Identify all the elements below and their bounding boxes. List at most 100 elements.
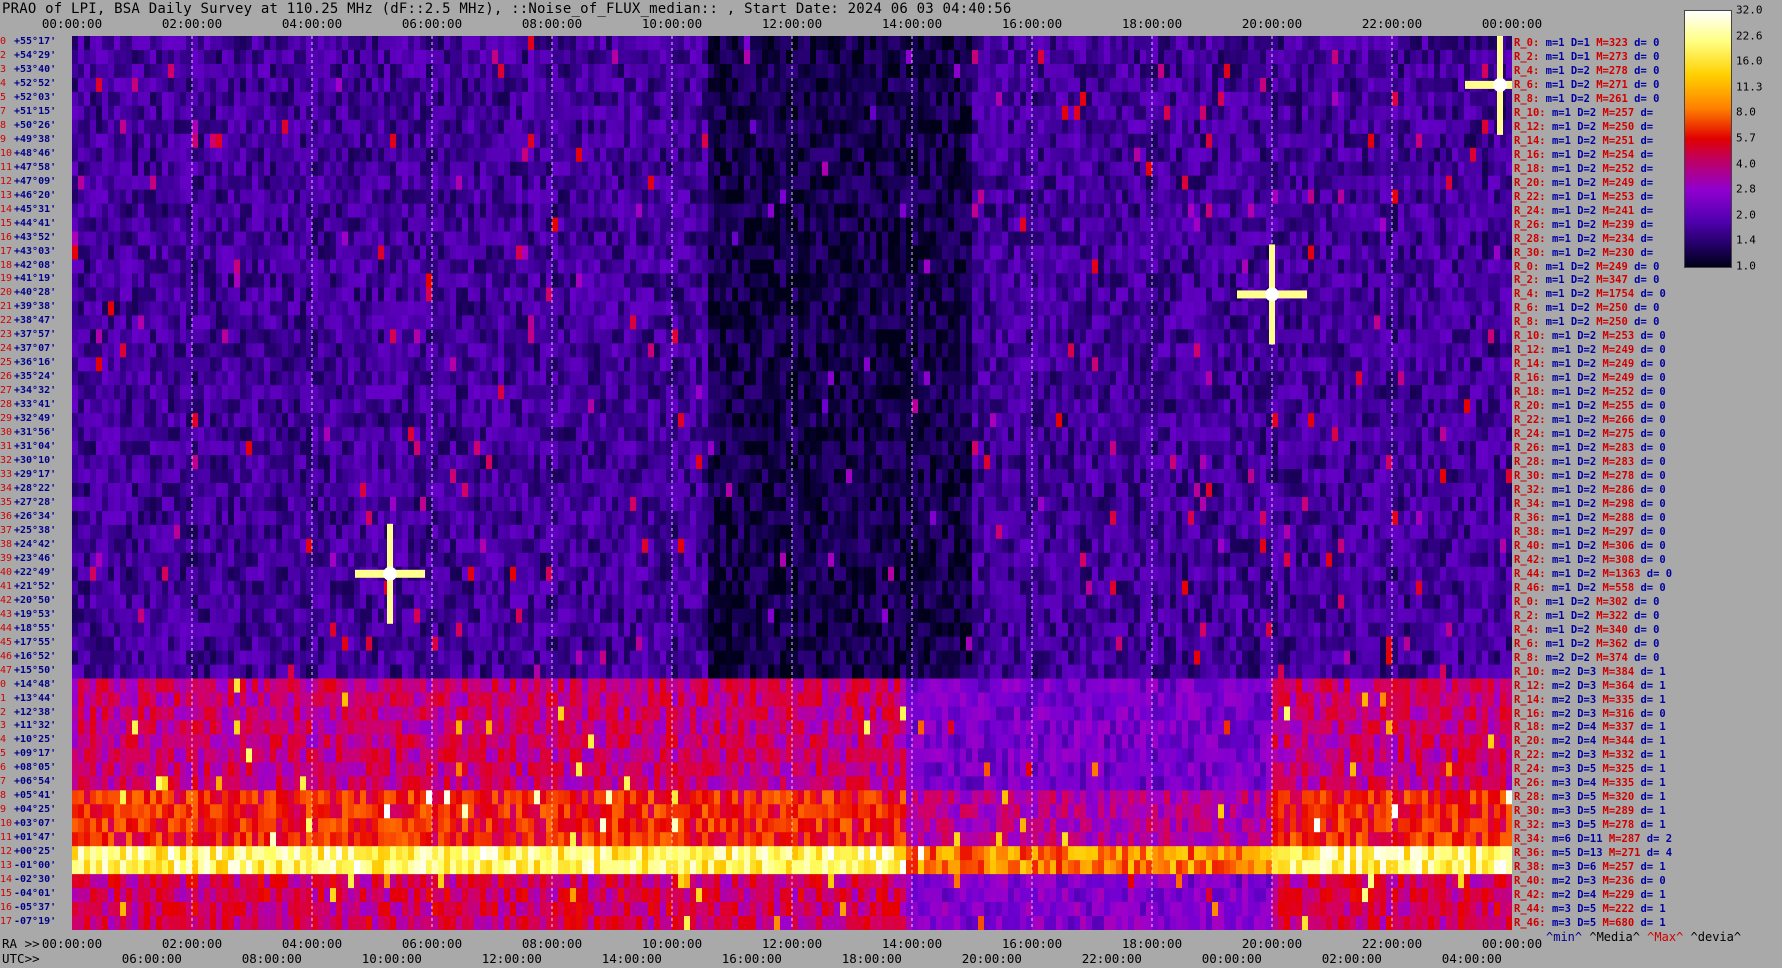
heatmap-cell: [432, 245, 439, 260]
heatmap-cell: [660, 49, 667, 65]
heatmap-cell: [1476, 231, 1483, 247]
heatmap-cell: [918, 245, 925, 260]
heatmap-cell: [708, 147, 715, 163]
heatmap-cell: [1272, 133, 1279, 149]
heatmap-cell: [672, 245, 679, 260]
heatmap-cell: [252, 175, 259, 191]
heatmap-cell: [108, 49, 115, 65]
heatmap-cell: [648, 36, 655, 51]
heatmap-cell: [276, 273, 283, 288]
heatmap-cell: [1140, 91, 1147, 107]
heatmap-cell: [222, 147, 229, 163]
heatmap-cell: [276, 203, 283, 219]
heatmap-cell: [678, 147, 685, 163]
heatmap-cell: [354, 301, 361, 316]
heatmap-cell: [522, 49, 529, 65]
heatmap-cell: [1428, 133, 1435, 149]
heatmap-cell: [540, 287, 547, 302]
heatmap-cell: [1236, 77, 1243, 93]
heatmap-cell: [690, 287, 697, 302]
heatmap-cell: [1230, 287, 1237, 302]
heatmap-cell: [1398, 287, 1405, 302]
heatmap-cell: [1116, 49, 1123, 65]
heatmap-cell: [1086, 301, 1093, 316]
heatmap-cell: [594, 273, 601, 288]
heatmap-cell: [1344, 301, 1351, 316]
heatmap-cell: [1428, 105, 1435, 121]
heatmap-cell: [1278, 175, 1285, 191]
heatmap-cell: [1116, 175, 1123, 191]
heatmap-cell: [732, 105, 739, 121]
dec-row-value: +14°48': [14, 678, 57, 690]
heatmap-cell: [468, 287, 475, 302]
heatmap-cell: [90, 245, 97, 260]
heatmap-cell: [648, 161, 655, 177]
dec-row-index: 15: [0, 217, 13, 229]
heatmap-cell: [570, 119, 577, 135]
heatmap-cell: [1050, 91, 1057, 107]
heatmap-cell: [450, 259, 457, 274]
heatmap-cell: [1020, 119, 1027, 135]
heatmap-cell: [1500, 147, 1507, 163]
heatmap-cell: [1086, 105, 1093, 121]
heatmap-cell: [576, 259, 583, 274]
heatmap-cell: [588, 259, 595, 274]
heatmap-cell: [528, 49, 535, 65]
heatmap-cell: [228, 259, 235, 274]
heatmap-cell: [222, 287, 229, 302]
heatmap-cell: [468, 217, 475, 233]
heatmap-cell: [1038, 203, 1045, 219]
heatmap-cell: [1086, 217, 1093, 233]
heatmap-cell: [1218, 119, 1225, 135]
heatmap-cell: [630, 259, 637, 274]
heatmap-cell: [342, 147, 349, 163]
heatmap-cell: [1086, 287, 1093, 302]
heatmap-cell: [1446, 287, 1453, 302]
heatmap-cell: [390, 91, 397, 107]
heatmap-cell: [636, 175, 643, 191]
heatmap-cell: [912, 147, 919, 163]
heatmap-cell: [1506, 161, 1512, 177]
heatmap-cell: [762, 231, 769, 247]
heatmap-cell: [150, 203, 157, 219]
heatmap-cell: [366, 203, 373, 219]
heatmap-cell: [378, 161, 385, 177]
heatmap-cell: [1314, 301, 1321, 316]
heatmap-cell: [1200, 301, 1207, 316]
heatmap-cell: [744, 105, 751, 121]
heatmap-cell: [354, 203, 361, 219]
heatmap-cell: [624, 189, 631, 205]
heatmap-cell: [858, 203, 865, 219]
heatmap-cell: [888, 175, 895, 191]
heatmap-cell: [486, 217, 493, 233]
heatmap-cell: [1260, 231, 1267, 247]
heatmap-cell: [960, 133, 967, 149]
heatmap-cell: [366, 119, 373, 135]
heatmap-cell: [804, 287, 811, 302]
heatmap-cell: [120, 36, 127, 51]
heatmap-cell: [384, 203, 391, 219]
heatmap-cell: [1464, 63, 1471, 79]
heatmap-cell: [702, 161, 709, 177]
heatmap-cell: [1020, 175, 1027, 191]
heatmap-cell: [732, 231, 739, 247]
heatmap-cell: [372, 147, 379, 163]
heatmap-cell: [138, 273, 145, 288]
heatmap-cell: [1116, 133, 1123, 149]
heatmap-cell: [438, 119, 445, 135]
heatmap-cell: [1302, 49, 1309, 65]
heatmap-cell: [1008, 287, 1015, 302]
heatmap-cell: [432, 49, 439, 65]
heatmap-cell: [342, 175, 349, 191]
heatmap-cell: [1506, 91, 1512, 107]
heatmap-cell: [126, 36, 133, 51]
heatmap-cell: [858, 133, 865, 149]
heatmap-cell: [504, 189, 511, 205]
heatmap-cell: [1128, 259, 1135, 274]
heatmap-cell: [1284, 119, 1291, 135]
heatmap-cell: [828, 161, 835, 177]
heatmap-cell: [1044, 189, 1051, 205]
heatmap-cell: [216, 63, 223, 79]
heatmap-cell: [1206, 175, 1213, 191]
heatmap-cell: [252, 287, 259, 302]
